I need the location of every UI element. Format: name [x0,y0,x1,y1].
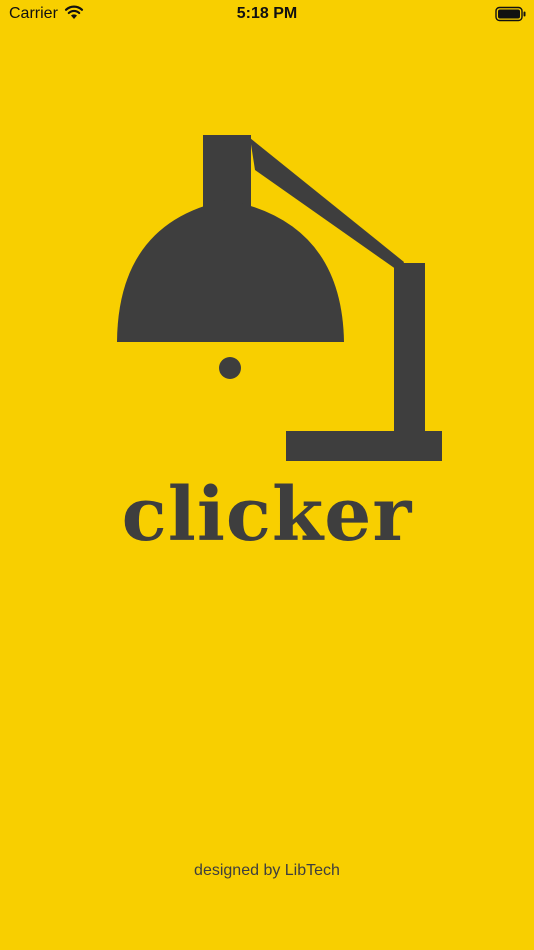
status-bar: Carrier 5:18 PM [0,0,534,30]
app-wordmark: clicker [121,472,413,558]
desk-lamp-icon [117,135,442,461]
battery-icon [495,6,526,22]
clock-time: 5:18 PM [236,5,298,22]
credit-label: designed by LibTech [194,862,340,879]
